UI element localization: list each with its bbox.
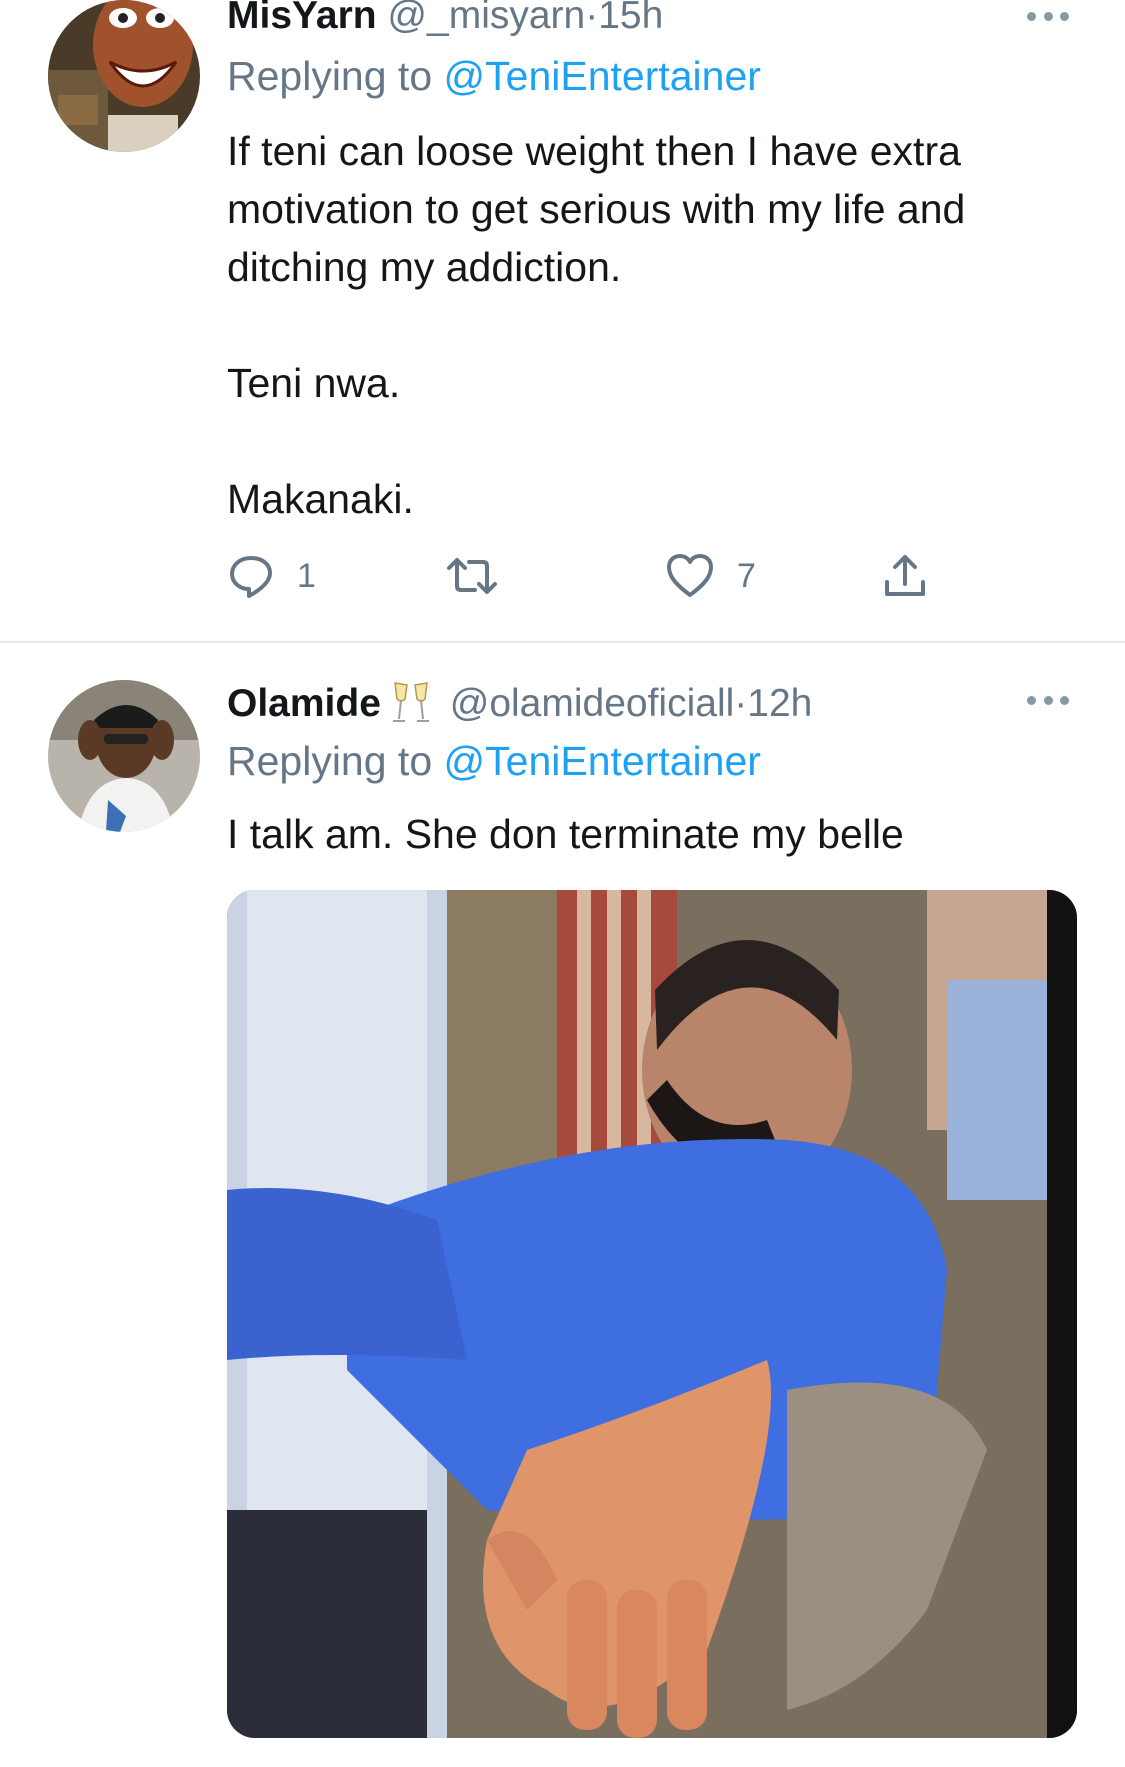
reply-button[interactable]: 1 [227, 548, 316, 604]
display-name[interactable]: Olamide [227, 682, 381, 725]
tweet-header: Olamide @olamideoficiall·12h [227, 679, 812, 732]
user-handle[interactable]: @olamideoficiall [450, 682, 735, 725]
timestamp[interactable]: 12h [747, 682, 812, 725]
separator: · [734, 681, 748, 725]
share-button[interactable] [881, 548, 929, 604]
avatar[interactable] [48, 0, 200, 152]
more-icon[interactable] [1027, 694, 1069, 706]
like-count: 7 [737, 556, 756, 595]
display-name[interactable]: MisYarn [227, 0, 377, 37]
more-icon[interactable] [1027, 10, 1069, 22]
avatar-image [48, 0, 200, 152]
like-button[interactable]: 7 [665, 548, 756, 604]
replying-to: Replying to @TeniEntertainer [227, 741, 761, 782]
user-handle[interactable]: @_misyarn [387, 0, 585, 37]
mention-link[interactable]: @TeniEntertainer [444, 738, 761, 784]
share-icon [885, 555, 925, 596]
mention-link[interactable]: @TeniEntertainer [444, 53, 761, 99]
reply-count: 1 [297, 556, 316, 595]
tweet-text: I talk am. She don terminate my belle [227, 811, 904, 857]
tweet-header: MisYarn @_misyarn·15h [227, 0, 663, 35]
separator: · [585, 0, 599, 37]
reply-icon [230, 556, 272, 598]
tweet-actions: 1 7 [227, 548, 947, 604]
avatar-image [48, 680, 200, 832]
tweet-text: If teni can loose weight then I have ext… [227, 128, 966, 522]
tweet-media-gif[interactable] [227, 890, 1077, 1738]
tweet-misyarn[interactable]: MisYarn @_misyarn·15h Replying to @TeniE… [0, 0, 1125, 643]
timestamp[interactable]: 15h [598, 0, 663, 37]
replying-to: Replying to @TeniEntertainer [227, 56, 761, 97]
replying-label: Replying to [227, 53, 433, 99]
avatar[interactable] [48, 680, 200, 832]
retweet-button[interactable] [445, 548, 521, 604]
replying-label: Replying to [227, 738, 433, 784]
tweet-olamide[interactable]: Olamide @olamideoficiall·12h Replying to… [0, 643, 1125, 1767]
champagne-glasses-icon [389, 679, 433, 732]
heart-icon [667, 554, 713, 597]
gif-image [227, 890, 1077, 1738]
retweet-icon [447, 558, 497, 594]
